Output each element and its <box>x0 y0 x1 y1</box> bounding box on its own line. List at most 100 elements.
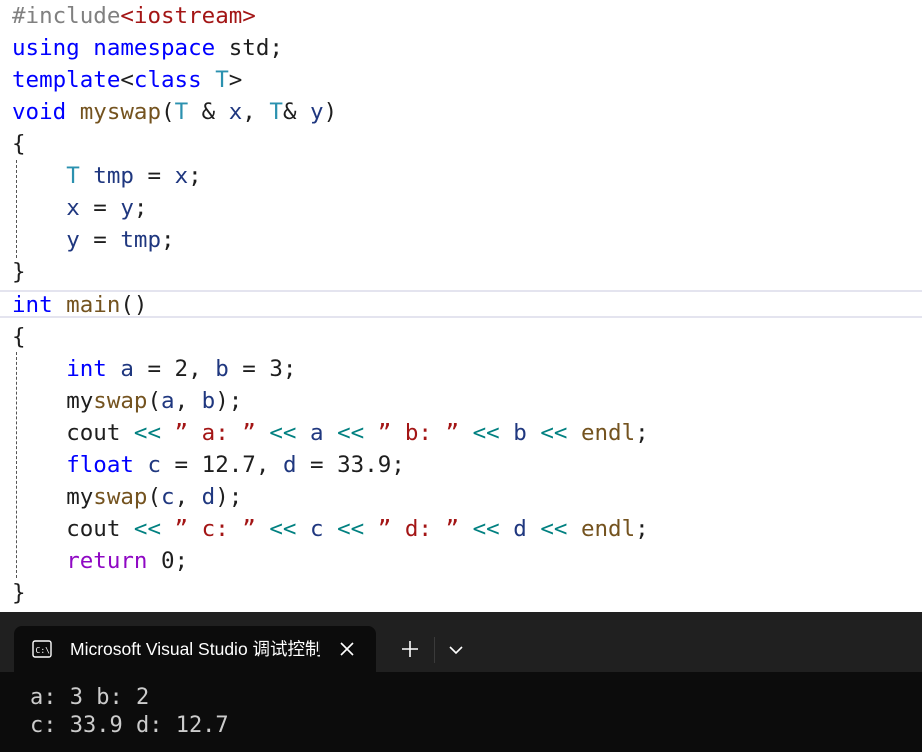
code-line-4[interactable]: void myswap(T & x, T& y) <box>12 96 337 128</box>
code-line-1[interactable]: #include<iostream> <box>12 0 256 32</box>
comma: , <box>174 388 202 414</box>
paren-close: ); <box>215 484 243 510</box>
var-a: a <box>106 356 134 382</box>
semicolon: ; <box>635 516 649 542</box>
code-line-8[interactable]: y = tmp; <box>12 224 175 256</box>
preprocessor-directive: #include <box>12 3 121 29</box>
arg-b: b <box>201 388 216 414</box>
code-line-13[interactable]: myswap(a, b); <box>12 385 242 417</box>
function-main: main <box>52 292 121 318</box>
paren-open: ( <box>147 388 162 414</box>
keyword-int: int <box>12 292 53 318</box>
code-line-16[interactable]: myswap(c, d); <box>12 481 242 513</box>
param-type: T <box>269 99 283 125</box>
template-close: > <box>228 67 243 93</box>
console-titlebar: C:\ Microsoft Visual Studio 调试控制台 <box>0 612 922 672</box>
code-line-17[interactable]: cout << ” c: ” << c << ” d: ” << d << en… <box>12 513 649 545</box>
brace-close: } <box>12 259 26 285</box>
code-line-11[interactable]: { <box>12 321 26 353</box>
svg-text:C:\: C:\ <box>36 646 51 655</box>
arg-c: c <box>161 484 175 510</box>
var-y: y <box>66 227 80 253</box>
new-tab-plus-icon[interactable] <box>398 638 422 660</box>
init-end: = 33.9; <box>296 452 405 478</box>
stream-op: << <box>133 516 162 542</box>
stream-op: << <box>269 516 297 542</box>
semicolon: ; <box>161 227 175 253</box>
arg-a: a <box>161 388 175 414</box>
stream-op: << <box>269 420 297 446</box>
stream-op: << <box>133 420 162 446</box>
code-line-14[interactable]: cout << ” a: ” << a << ” b: ” << b << en… <box>12 417 649 449</box>
var-x: x <box>174 163 189 189</box>
comma: , <box>242 99 270 125</box>
var-a: a <box>296 420 338 446</box>
keyword-return: return <box>66 548 148 574</box>
call-prefix: my <box>66 484 94 510</box>
var-d: d <box>282 452 297 478</box>
paren-open: ( <box>161 99 175 125</box>
keyword-using: using <box>12 35 80 61</box>
endl: endl <box>567 420 636 446</box>
call-prefix: my <box>66 388 94 414</box>
string-literal: ” b: ” <box>364 420 473 446</box>
arg-d: d <box>201 484 216 510</box>
code-editor[interactable]: #include<iostream> using namespace std; … <box>0 0 922 612</box>
var-x: x <box>66 195 80 221</box>
code-line-18[interactable]: return 0; <box>12 545 188 577</box>
function-name: myswap <box>79 99 162 125</box>
code-line-6[interactable]: T tmp = x; <box>12 160 201 192</box>
code-line-5[interactable]: { <box>12 128 26 160</box>
keyword-template: template <box>12 67 121 93</box>
init-end: = 3; <box>228 356 297 382</box>
string-literal: ” a: ” <box>161 420 270 446</box>
stream-op: << <box>472 420 500 446</box>
brace-open: { <box>12 324 26 350</box>
console-tab-title: Microsoft Visual Studio 调试控制台 <box>70 639 320 659</box>
param-y: y <box>310 99 324 125</box>
keyword-class: class <box>133 67 202 93</box>
var-b: b <box>499 420 541 446</box>
code-line-2[interactable]: using namespace std; <box>12 32 283 64</box>
stream-op: << <box>472 516 500 542</box>
ref-symbol: & <box>188 99 229 125</box>
code-line-10[interactable]: int main() <box>12 289 147 321</box>
code-line-7[interactable]: x = y; <box>12 192 147 224</box>
string-literal: ” c: ” <box>161 516 270 542</box>
close-icon[interactable] <box>336 638 358 660</box>
endl: endl <box>567 516 636 542</box>
var-d: d <box>499 516 541 542</box>
debug-console-window: C:\ Microsoft Visual Studio 调试控制台 a: 3 b… <box>0 612 922 752</box>
param-type: T <box>174 99 189 125</box>
stream-op: << <box>337 420 365 446</box>
cout: cout <box>66 516 134 542</box>
assign-op: = <box>79 195 121 221</box>
code-line-12[interactable]: int a = 2, b = 3; <box>12 353 296 385</box>
return-value: 0; <box>147 548 189 574</box>
stream-op: << <box>337 516 365 542</box>
console-output-line-1: a: 3 b: 2 <box>30 685 150 710</box>
cout: cout <box>66 420 134 446</box>
var-tmp: tmp <box>79 163 134 189</box>
code-line-19[interactable]: } <box>12 577 26 609</box>
code-line-9[interactable]: } <box>12 256 26 288</box>
var-y: y <box>120 195 134 221</box>
type-T: T <box>66 163 80 189</box>
init-mid: = 2, <box>133 356 216 382</box>
call-myswap: swap <box>93 484 148 510</box>
code-line-3[interactable]: template<class T> <box>12 64 242 96</box>
namespace-name: std; <box>215 35 283 61</box>
template-open: < <box>120 67 134 93</box>
code-line-15[interactable]: float c = 12.7, d = 33.9; <box>12 449 405 481</box>
var-c: c <box>296 516 338 542</box>
template-param: T <box>201 67 229 93</box>
keyword-float: float <box>66 452 134 478</box>
parens: () <box>120 292 148 318</box>
var-b: b <box>215 356 229 382</box>
chevron-down-icon[interactable] <box>446 642 466 658</box>
console-tab[interactable]: C:\ Microsoft Visual Studio 调试控制台 <box>14 626 376 672</box>
brace-open: { <box>12 131 26 157</box>
string-literal: ” d: ” <box>364 516 473 542</box>
comma: , <box>174 484 202 510</box>
keyword-namespace: namespace <box>93 35 216 61</box>
